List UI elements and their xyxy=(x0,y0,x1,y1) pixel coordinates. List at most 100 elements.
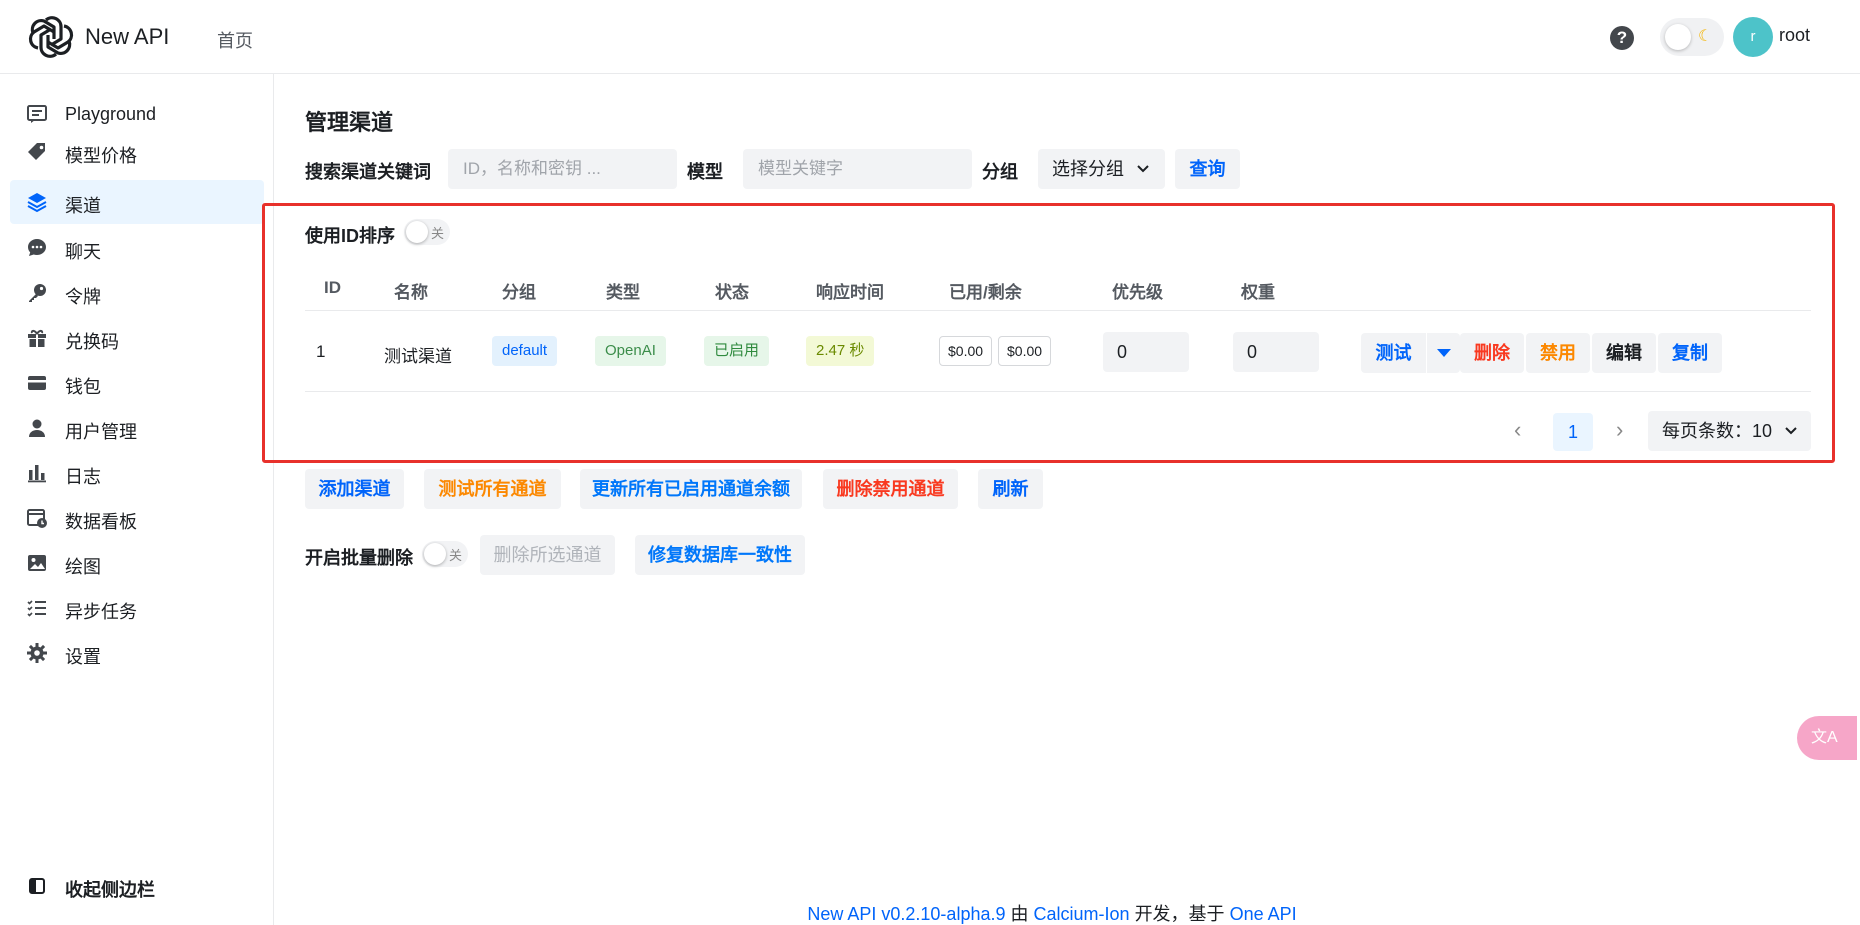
batch-delete-label: 开启批量删除 xyxy=(305,548,413,568)
bar-chart-icon xyxy=(28,465,46,483)
search-keyword-input[interactable] xyxy=(448,149,677,189)
used-amount[interactable]: $0.00 xyxy=(939,336,993,366)
column-header-status[interactable]: 状态 xyxy=(715,278,749,303)
sidebar-item-label: 聊天 xyxy=(65,242,101,262)
type-tag: OpenAI xyxy=(595,336,666,366)
chevron-down-icon xyxy=(1785,427,1797,435)
sidebar-item-wallet[interactable]: 钱包 xyxy=(10,361,264,405)
sidebar-item-label: 数据看板 xyxy=(65,512,137,532)
batch-delete-switch[interactable]: 关 xyxy=(422,541,468,567)
help-icon[interactable]: ? xyxy=(1610,26,1634,50)
sidebar-item-pricing[interactable]: 模型价格 xyxy=(10,130,264,174)
theme-toggle-knob xyxy=(1665,24,1691,50)
switch-text: 关 xyxy=(431,226,445,241)
price-tag-icon xyxy=(28,143,45,160)
app-title[interactable]: New API xyxy=(85,24,169,50)
sidebar-item-chat[interactable]: 聊天 xyxy=(10,226,264,270)
column-header-response-time[interactable]: 响应时间 xyxy=(816,278,884,303)
column-header-name[interactable]: 名称 xyxy=(394,278,428,303)
caret-down-icon xyxy=(1437,349,1451,357)
copy-button[interactable]: 复制 xyxy=(1658,333,1722,373)
sidebar-item-users[interactable]: 用户管理 xyxy=(10,406,264,450)
chevron-down-icon xyxy=(1137,165,1149,173)
credit-card-icon xyxy=(28,376,46,390)
query-button[interactable]: 查询 xyxy=(1175,149,1240,189)
gear-icon xyxy=(27,643,47,663)
add-channel-button[interactable]: 添加渠道 xyxy=(305,469,404,509)
sidebar-item-label: 用户管理 xyxy=(65,422,137,442)
sidebar-item-label: 钱包 xyxy=(65,377,101,397)
status-badge: 已启用 xyxy=(704,336,770,366)
test-button[interactable]: 测试 xyxy=(1361,333,1426,373)
page-size-value: 每页条数：10 xyxy=(1662,421,1773,441)
fix-database-button[interactable]: 修复数据库一致性 xyxy=(635,535,805,575)
weight-input[interactable]: 0 xyxy=(1233,332,1319,372)
version-link[interactable]: New API v0.2.10-alpha.9 xyxy=(807,904,1005,924)
sidebar-item-label: 设置 xyxy=(65,647,101,667)
refresh-button[interactable]: 刷新 xyxy=(978,469,1043,509)
priority-input[interactable]: 0 xyxy=(1103,332,1189,372)
switch-text: 关 xyxy=(449,548,463,563)
model-label: 模型 xyxy=(687,162,723,182)
sidebar-item-redeem[interactable]: 兑换码 xyxy=(10,316,264,360)
page-title: 管理渠道 xyxy=(305,110,394,135)
sidebar-item-settings[interactable]: 设置 xyxy=(10,631,264,675)
column-header-priority[interactable]: 优先级 xyxy=(1112,278,1163,303)
sidebar-item-label: 兑换码 xyxy=(65,332,119,352)
page-1-button[interactable]: 1 xyxy=(1553,413,1593,451)
column-header-group[interactable]: 分组 xyxy=(502,278,536,303)
theme-toggle[interactable]: ☾ xyxy=(1660,18,1724,56)
delete-selected-button[interactable]: 删除所选通道 xyxy=(480,535,615,575)
update-balances-button[interactable]: 更新所有已启用通道余额 xyxy=(580,469,802,509)
sidebar-item-label: 绘图 xyxy=(65,557,101,577)
footer-based-text: 开发，基于 xyxy=(1134,904,1225,924)
disable-button[interactable]: 禁用 xyxy=(1526,333,1590,373)
next-page-icon[interactable]: › xyxy=(1616,417,1623,443)
column-header-weight[interactable]: 权重 xyxy=(1241,278,1275,303)
sidebar-item-logs[interactable]: 日志 xyxy=(10,451,264,495)
chat-bubble-icon xyxy=(28,239,46,256)
user-icon xyxy=(29,419,45,437)
table-row-divider xyxy=(305,391,1811,392)
test-dropdown-button[interactable] xyxy=(1427,333,1460,373)
chat-box-icon xyxy=(27,105,47,123)
sort-by-id-switch[interactable]: 关 xyxy=(404,219,450,245)
username[interactable]: root xyxy=(1779,25,1810,46)
remaining-amount[interactable]: $0.00 xyxy=(998,336,1052,366)
sidebar-item-label: 令牌 xyxy=(65,287,101,307)
column-header-used-remaining[interactable]: 已用/剩余 xyxy=(949,278,1022,303)
response-time-badge: 2.47 秒 xyxy=(806,336,875,366)
delete-disabled-button[interactable]: 删除禁用通道 xyxy=(823,469,958,509)
sidebar-item-async-tasks[interactable]: 异步任务 xyxy=(10,586,264,630)
prev-page-icon[interactable]: ‹ xyxy=(1514,417,1521,443)
author-link[interactable]: Calcium-Ion xyxy=(1034,904,1130,924)
edit-button[interactable]: 编辑 xyxy=(1592,333,1656,373)
sort-by-id-label: 使用ID排序 xyxy=(305,226,395,246)
task-list-icon xyxy=(27,600,46,617)
column-header-id[interactable]: ID xyxy=(324,278,341,298)
page-size-select[interactable]: 每页条数：10 xyxy=(1648,411,1811,451)
sidebar-item-label: 异步任务 xyxy=(65,602,137,622)
openai-logo-icon[interactable] xyxy=(28,14,74,60)
test-all-channels-button[interactable]: 测试所有通道 xyxy=(424,469,561,509)
sidebar-item-drawing[interactable]: 绘图 xyxy=(10,541,264,585)
gift-icon xyxy=(28,329,46,347)
moon-icon: ☾ xyxy=(1698,28,1713,45)
cell-id: 1 xyxy=(316,342,326,361)
delete-button[interactable]: 删除 xyxy=(1460,333,1524,373)
sidebar-item-label: 模型价格 xyxy=(65,146,137,166)
translate-icon[interactable]: 文A xyxy=(1797,716,1857,760)
sidebar-item-dashboard[interactable]: 数据看板 xyxy=(10,496,264,540)
column-header-type[interactable]: 类型 xyxy=(606,278,640,303)
avatar[interactable]: r xyxy=(1733,17,1773,57)
model-search-input[interactable] xyxy=(743,149,972,189)
calendar-clock-icon xyxy=(27,509,47,528)
group-select-value: 选择分组 xyxy=(1052,159,1124,179)
image-icon xyxy=(28,555,46,571)
group-select[interactable]: 选择分组 xyxy=(1038,149,1165,189)
nav-home-link[interactable]: 首页 xyxy=(217,27,253,53)
sidebar-item-channels[interactable]: 渠道 xyxy=(10,180,264,224)
sidebar-item-label: Playground xyxy=(65,104,157,124)
one-api-link[interactable]: One API xyxy=(1230,904,1297,924)
sidebar-item-tokens[interactable]: 令牌 xyxy=(10,271,264,315)
